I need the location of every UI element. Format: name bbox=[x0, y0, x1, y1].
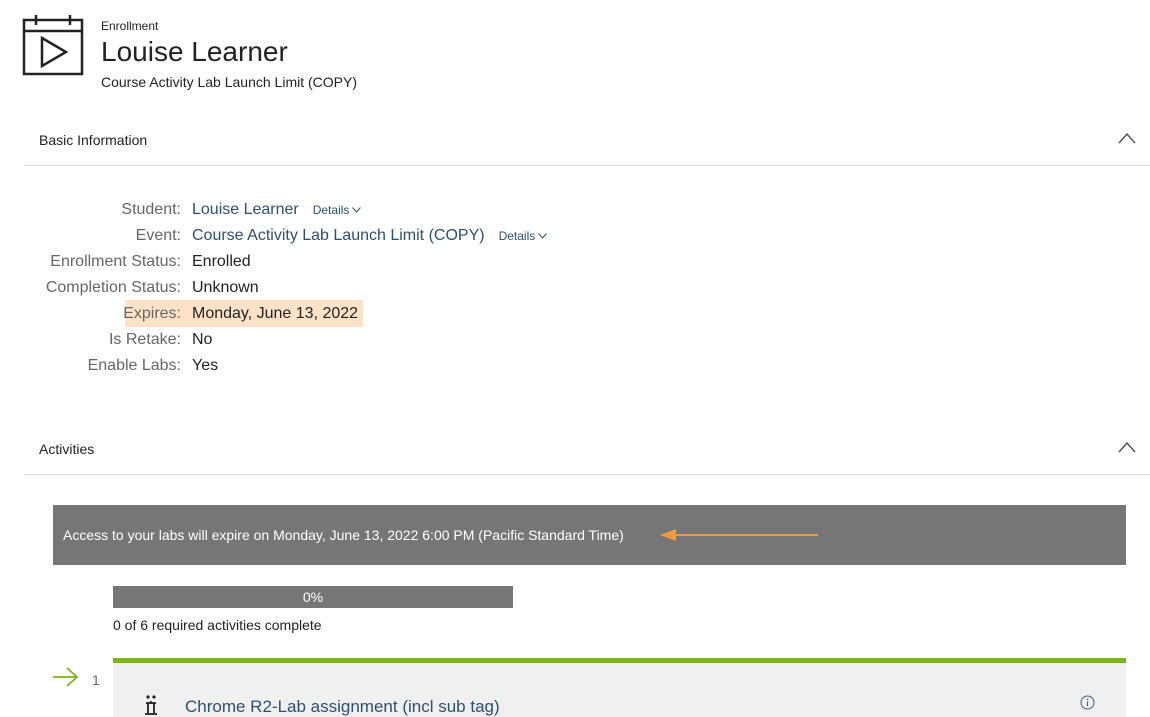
field-label: Enable Labs: bbox=[87, 357, 181, 374]
basic-information-section-header[interactable]: Basic Information bbox=[24, 114, 1150, 166]
details-label: Details bbox=[312, 203, 350, 217]
event-link[interactable]: Course Activity Lab Launch Limit (COPY) bbox=[192, 227, 485, 245]
field-label: Student: bbox=[121, 201, 181, 218]
chevron-down-icon bbox=[352, 207, 362, 213]
expires-value: Monday, June 13, 2022 bbox=[192, 305, 359, 322]
section-title: Basic Information bbox=[39, 132, 148, 148]
progress-percent: 0% bbox=[302, 589, 324, 605]
arrow-right-icon bbox=[53, 667, 79, 687]
progress-caption: 0 of 6 required activities complete bbox=[113, 617, 322, 633]
field-label: Event: bbox=[135, 227, 181, 244]
annotation-arrow-icon bbox=[660, 529, 818, 541]
student-details-toggle[interactable]: Details bbox=[313, 203, 362, 217]
info-icon[interactable] bbox=[1080, 695, 1095, 710]
student-link[interactable]: Louise Learner bbox=[192, 201, 299, 219]
field-label: Completion Status: bbox=[45, 279, 181, 296]
event-details-toggle[interactable]: Details bbox=[499, 229, 548, 243]
activity-card[interactable]: Chrome R2-Lab assignment (incl sub tag) bbox=[113, 658, 1126, 717]
calendar-play-icon bbox=[22, 14, 84, 76]
page-title: Louise Learner bbox=[101, 36, 288, 67]
activities-section-header[interactable]: Activities bbox=[24, 423, 1150, 475]
chevron-down-icon bbox=[538, 233, 548, 239]
page-subtitle: Course Activity Lab Launch Limit (COPY) bbox=[101, 74, 357, 90]
enable-labs-value: Yes bbox=[192, 357, 219, 374]
section-title: Activities bbox=[39, 441, 95, 457]
page-eyebrow: Enrollment bbox=[101, 19, 159, 33]
details-label: Details bbox=[498, 229, 536, 243]
chevron-up-icon[interactable] bbox=[1118, 441, 1136, 453]
is-retake-value: No bbox=[192, 331, 213, 348]
page-header: Enrollment Louise Learner Course Activit… bbox=[101, 18, 357, 92]
activity-title-link[interactable]: Chrome R2-Lab assignment (incl sub tag) bbox=[185, 696, 500, 717]
completion-status-value: Unknown bbox=[192, 279, 259, 296]
field-label: Is Retake: bbox=[108, 331, 181, 348]
lab-flask-icon bbox=[145, 695, 157, 715]
activity-number: 1 bbox=[92, 672, 100, 688]
field-label: Enrollment Status: bbox=[50, 253, 181, 270]
banner-text: Access to your labs will expire on Monda… bbox=[63, 527, 624, 543]
field-label: Expires: bbox=[123, 305, 181, 322]
activities-progress-bar: 0% bbox=[113, 586, 513, 608]
lab-expiration-banner: Access to your labs will expire on Monda… bbox=[53, 505, 1126, 565]
enrollment-status-value: Enrolled bbox=[192, 253, 251, 270]
chevron-up-icon[interactable] bbox=[1118, 132, 1136, 144]
